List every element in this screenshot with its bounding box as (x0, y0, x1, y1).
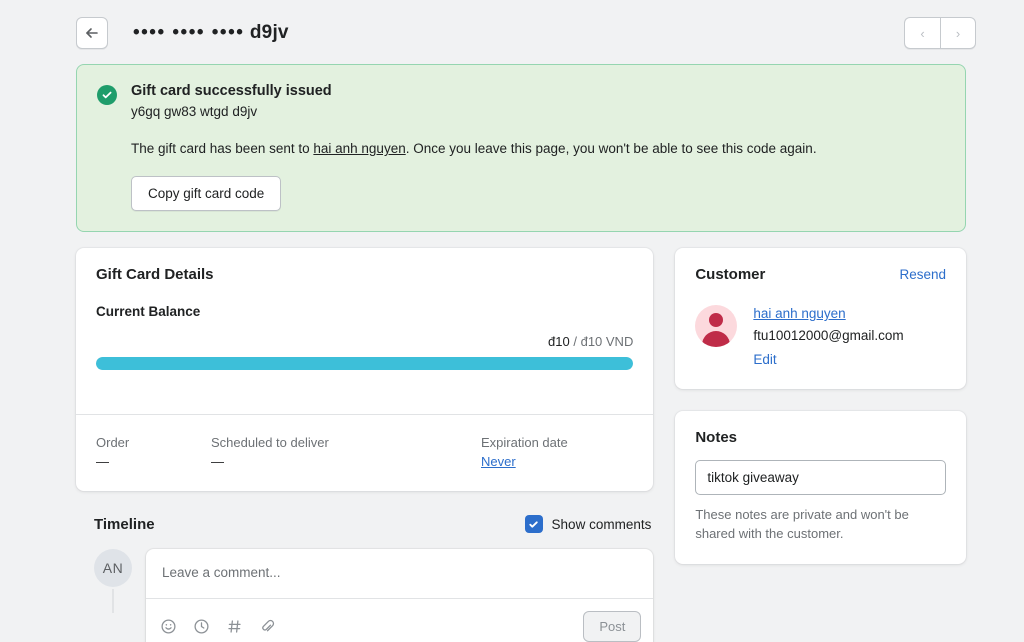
emoji-icon[interactable] (160, 618, 177, 635)
right-column: Customer Resend hai anh nguyen ftu100120… (675, 248, 966, 642)
balance-progress-bar (96, 357, 633, 370)
meta-order-value: — (96, 454, 211, 469)
clock-icon[interactable] (193, 618, 210, 635)
page-header: •••• •••• •••• d9jv ‹ › (0, 0, 1024, 62)
post-comment-button[interactable]: Post (583, 611, 641, 642)
avatar-wrap: AN (94, 549, 132, 642)
attachment-icon[interactable] (259, 618, 276, 635)
comment-toolbar: Post (146, 598, 653, 642)
meta-order-label: Order (96, 435, 211, 450)
timeline-header: Timeline Show comments (76, 491, 653, 549)
success-banner: Gift card successfully issued y6gq gw83 … (76, 64, 966, 232)
customer-info: hai anh nguyen ftu10012000@gmail.com Edi… (753, 305, 903, 369)
customer-body: hai anh nguyen ftu10012000@gmail.com Edi… (695, 305, 946, 369)
comment-box: Post (146, 549, 653, 642)
details-meta-row: Order — Scheduled to deliver — Expiratio… (76, 415, 653, 491)
details-title: Gift Card Details (96, 266, 633, 283)
next-button[interactable]: › (940, 17, 976, 49)
show-comments-label: Show comments (552, 517, 652, 532)
page-title: •••• •••• •••• d9jv (133, 22, 289, 44)
comment-input[interactable] (146, 549, 653, 598)
gift-card-detail-page: •••• •••• •••• d9jv ‹ › Gift card succes… (0, 0, 1024, 642)
avatar: AN (94, 549, 132, 587)
back-button[interactable] (76, 17, 108, 49)
masked-code: •••• •••• •••• (133, 22, 244, 43)
banner-message-after: . Once you leave this page, you won't be… (406, 141, 817, 156)
customer-header: Customer Resend (695, 266, 946, 283)
timeline-connector (112, 589, 114, 613)
banner-message: The gift card has been sent to hai anh n… (131, 139, 817, 159)
checkmark-icon (528, 519, 539, 530)
customer-card: Customer Resend hai anh nguyen ftu100120… (675, 248, 966, 389)
customer-title: Customer (695, 266, 765, 283)
notes-title: Notes (695, 429, 946, 446)
expiration-link[interactable]: Never (481, 454, 516, 469)
comment-composer: AN (76, 549, 653, 642)
previous-button[interactable]: ‹ (904, 17, 940, 49)
details-top: Gift Card Details Current Balance đ10 / … (76, 248, 653, 390)
balance-total: / đ10 VND (570, 334, 634, 349)
edit-customer-link[interactable]: Edit (753, 352, 776, 367)
pagination: ‹ › (904, 17, 976, 49)
avatar-head-shape (709, 313, 723, 327)
customer-email: ftu10012000@gmail.com (753, 328, 903, 343)
left-column: Gift Card Details Current Balance đ10 / … (76, 248, 653, 642)
meta-scheduled: Scheduled to deliver — (211, 435, 481, 469)
current-balance-label: Current Balance (96, 304, 633, 319)
meta-scheduled-label: Scheduled to deliver (211, 435, 481, 450)
meta-order: Order — (96, 435, 211, 469)
meta-expiration-value: Never (481, 454, 568, 469)
notes-card: Notes These notes are private and won't … (675, 411, 966, 564)
timeline-title: Timeline (94, 516, 155, 533)
customer-name-link[interactable]: hai anh nguyen (753, 306, 845, 321)
balance-value: đ10 / đ10 VND (96, 334, 633, 349)
main-content: Gift Card Details Current Balance đ10 / … (76, 248, 966, 642)
copy-gift-card-code-button[interactable]: Copy gift card code (131, 176, 281, 211)
notes-help-text: These notes are private and won't be sha… (695, 506, 946, 544)
arrow-left-icon (84, 25, 100, 41)
balance-current: đ10 (548, 334, 570, 349)
gift-card-details-card: Gift Card Details Current Balance đ10 / … (76, 248, 653, 491)
balance-progress-fill (96, 357, 633, 370)
avatar-body-shape (702, 331, 730, 347)
meta-expiration: Expiration date Never (481, 435, 568, 469)
hash-icon[interactable] (226, 618, 243, 635)
show-comments-toggle[interactable]: Show comments (525, 515, 652, 533)
customer-avatar (695, 305, 737, 347)
banner-message-before: The gift card has been sent to (131, 141, 313, 156)
success-check-icon (97, 85, 117, 105)
code-suffix: d9jv (250, 22, 289, 43)
notes-input[interactable] (695, 460, 946, 495)
banner-title: Gift card successfully issued (131, 83, 817, 99)
show-comments-checkbox[interactable] (525, 515, 543, 533)
meta-expiration-label: Expiration date (481, 435, 568, 450)
meta-scheduled-value: — (211, 454, 481, 469)
customer-link[interactable]: hai anh nguyen (313, 141, 405, 156)
resend-link[interactable]: Resend (899, 267, 946, 282)
gift-card-code: y6gq gw83 wtgd d9jv (131, 104, 817, 119)
